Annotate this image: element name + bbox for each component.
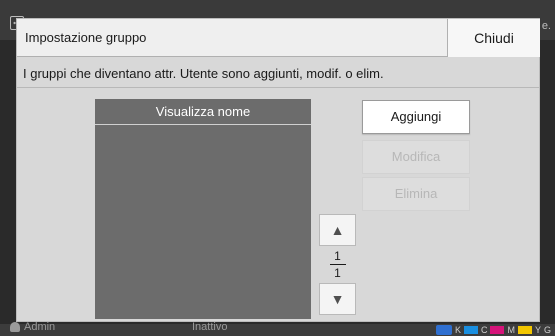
ink-label-y: Y: [534, 325, 541, 335]
add-button[interactable]: Aggiungi: [362, 100, 470, 134]
ink-levels: K C M Y G: [435, 324, 551, 336]
user-indicator: Admin: [10, 321, 55, 333]
page-fraction-bar: [329, 264, 346, 265]
background-top-right-text: e.: [541, 20, 551, 32]
ink-swatch-c: [463, 326, 478, 334]
ink-label-g: G: [543, 325, 551, 335]
dialog-header: Impostazione gruppo Chiudi: [17, 19, 540, 57]
dialog-separator: [17, 87, 539, 88]
dialog-title: Impostazione gruppo: [25, 30, 147, 45]
ink-label-c: C: [480, 325, 488, 335]
delete-button[interactable]: Elimina: [362, 177, 470, 211]
device-status: Inattivo: [192, 321, 228, 333]
ink-swatch-y: [517, 326, 532, 334]
group-list-header: Visualizza nome: [95, 99, 311, 125]
page-current: 1: [334, 249, 341, 263]
user-label: Admin: [24, 321, 56, 333]
dialog-description: I gruppi che diventano attr. Utente sono…: [23, 66, 384, 81]
edit-button[interactable]: Modifica: [362, 140, 470, 174]
ink-label-k: K: [454, 325, 461, 335]
page-up-button[interactable]: ▲: [319, 214, 356, 246]
user-icon: [10, 322, 20, 332]
ink-swatch-m: [490, 326, 505, 334]
page-indicator: 1 1: [319, 249, 356, 281]
ink-pen-icon: [435, 325, 452, 335]
group-list[interactable]: Visualizza nome: [95, 99, 311, 319]
triangle-up-icon: ▲: [330, 222, 345, 238]
group-settings-dialog: Impostazione gruppo Chiudi I gruppi che …: [16, 18, 540, 322]
close-button[interactable]: Chiudi: [447, 19, 540, 57]
status-bar: Admin Inattivo K C M Y G: [0, 321, 555, 336]
ink-label-m: M: [507, 325, 515, 335]
page-down-button[interactable]: ▼: [319, 283, 356, 315]
page-total: 1: [334, 266, 341, 280]
triangle-down-icon: ▼: [330, 291, 345, 307]
